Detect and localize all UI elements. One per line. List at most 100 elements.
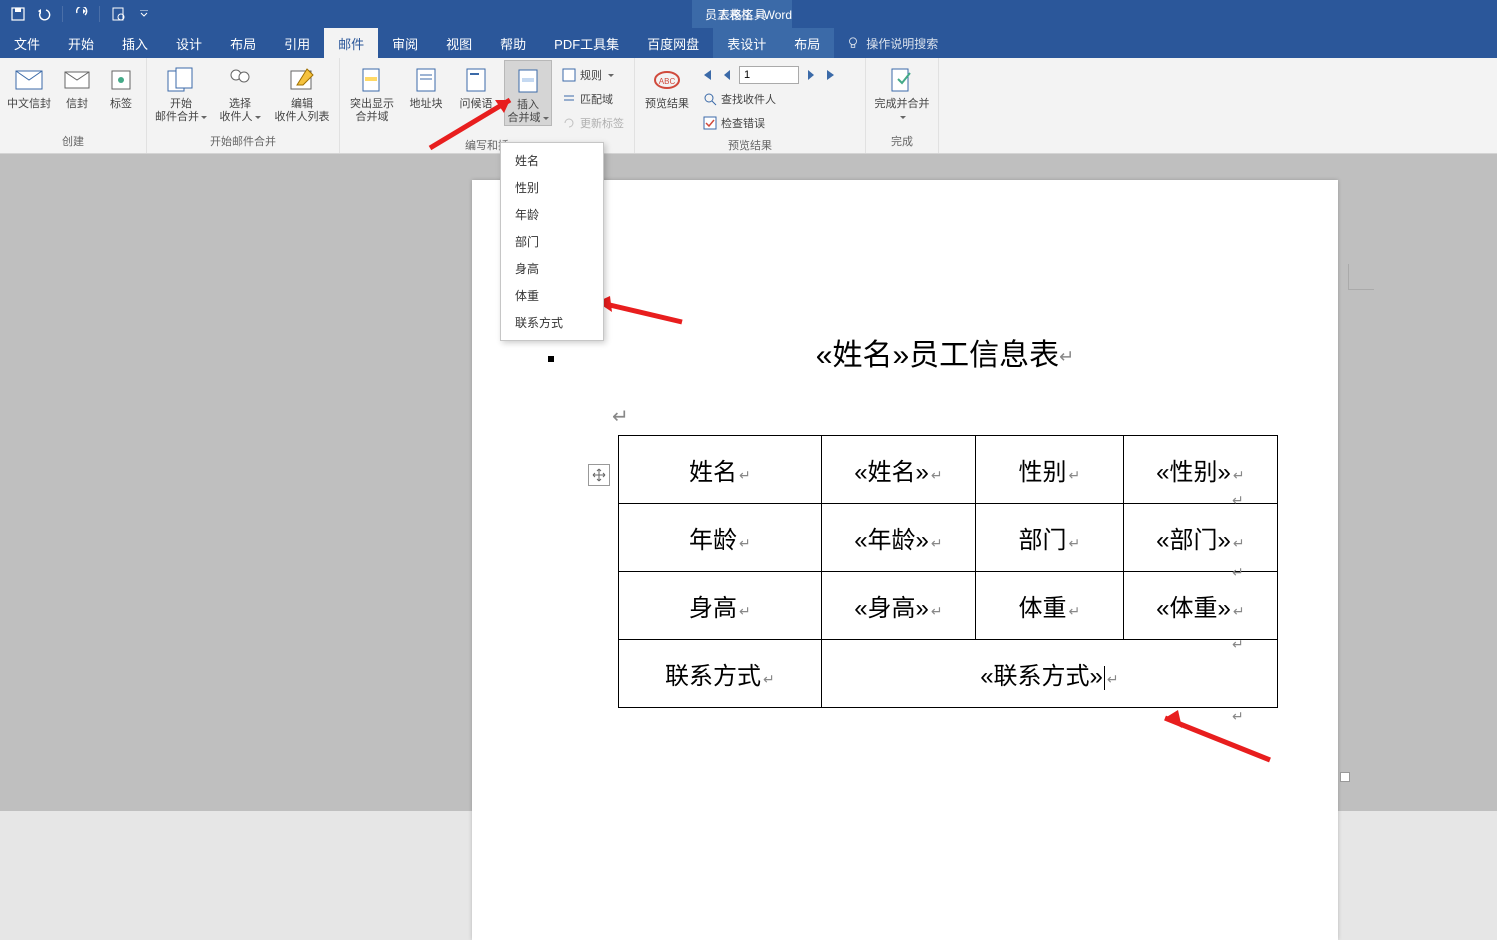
- preview-results-button[interactable]: ABC 预览结果: [641, 60, 693, 111]
- highlight-icon: [360, 67, 384, 93]
- move-icon: [592, 468, 606, 482]
- table-row[interactable]: 姓名↵ «姓名»↵ 性别↵ «性别»↵: [619, 436, 1278, 504]
- check-icon: [703, 116, 717, 130]
- row-end-mark: ↵: [1232, 492, 1244, 509]
- employee-info-table[interactable]: 姓名↵ «姓名»↵ 性别↵ «性别»↵ 年龄↵ «年龄»↵ 部门↵ «部门»↵ …: [618, 435, 1278, 708]
- tab-design[interactable]: 设计: [162, 28, 216, 58]
- rules-button[interactable]: 规则: [558, 64, 628, 86]
- tab-references[interactable]: 引用: [270, 28, 324, 58]
- tab-home[interactable]: 开始: [54, 28, 108, 58]
- table-row[interactable]: 联系方式↵ «联系方式»↵: [619, 640, 1278, 708]
- ribbon: 中文信封 信封 标签 创建 开始邮件合并 选择收件人: [0, 58, 1497, 154]
- check-errors-button[interactable]: 检查错误: [699, 112, 859, 134]
- tab-help[interactable]: 帮助: [486, 28, 540, 58]
- field-option-gender[interactable]: 性别: [501, 174, 603, 201]
- prev-record-button[interactable]: [719, 67, 735, 83]
- tell-me-label: 操作说明搜索: [866, 35, 938, 52]
- last-record-button[interactable]: [823, 67, 839, 83]
- document-area: «姓名»员工信息表↵ ↵ 姓名↵ «姓名»↵ 性别↵ «性别»↵ 年龄↵ «年龄…: [0, 154, 1497, 811]
- tab-file[interactable]: 文件: [0, 28, 54, 58]
- greeting-line-button[interactable]: 问候语: [454, 60, 498, 111]
- table-row[interactable]: 身高↵ «身高»↵ 体重↵ «体重»↵: [619, 572, 1278, 640]
- tell-me-search[interactable]: 操作说明搜索: [846, 28, 938, 58]
- update-labels-button: 更新标签: [558, 112, 628, 134]
- envelope-button[interactable]: 信封: [58, 60, 96, 111]
- tab-table-design[interactable]: 表设计: [713, 28, 780, 58]
- preview-icon: ABC: [652, 69, 682, 91]
- rules-icon: [562, 68, 576, 82]
- first-record-button[interactable]: [699, 67, 715, 83]
- refresh-icon: [562, 116, 576, 130]
- row-end-mark: ↵: [1232, 708, 1244, 725]
- greeting-icon: [465, 67, 487, 93]
- field-option-contact[interactable]: 联系方式: [501, 309, 603, 336]
- edit-recipients-button[interactable]: 编辑收件人列表: [271, 60, 333, 124]
- document-heading[interactable]: «姓名»员工信息表↵: [612, 330, 1278, 374]
- table-move-handle[interactable]: [588, 464, 610, 486]
- finish-merge-button[interactable]: 完成并合并: [872, 60, 932, 124]
- field-option-age[interactable]: 年龄: [501, 201, 603, 228]
- group-preview-results: ABC 预览结果 查找收件人 检查错误 预览结果: [635, 58, 866, 153]
- envelope-icon: [64, 71, 90, 89]
- finish-icon: [888, 67, 916, 93]
- label-icon: [110, 69, 132, 91]
- tab-layout[interactable]: 布局: [216, 28, 270, 58]
- recipients-icon: [227, 67, 253, 93]
- next-icon: [806, 69, 816, 81]
- quick-access-toolbar: [0, 2, 156, 26]
- labels-button[interactable]: 标签: [102, 60, 140, 111]
- field-option-department[interactable]: 部门: [501, 228, 603, 255]
- save-button[interactable]: [6, 2, 30, 26]
- tab-table-layout[interactable]: 布局: [780, 28, 834, 58]
- last-icon: [825, 69, 837, 81]
- edit-list-icon: [289, 67, 315, 93]
- anchor-dot: [548, 356, 554, 362]
- first-icon: [701, 69, 713, 81]
- field-option-height[interactable]: 身高: [501, 255, 603, 282]
- prev-icon: [722, 69, 732, 81]
- row-end-mark: ↵: [1232, 564, 1244, 581]
- merge-icon: [166, 67, 196, 93]
- undo-button[interactable]: [32, 2, 56, 26]
- table-resize-handle[interactable]: [1340, 772, 1350, 782]
- tab-mailings[interactable]: 邮件: [324, 28, 378, 58]
- envelope-icon: [15, 70, 43, 90]
- qat-customize-button[interactable]: [132, 2, 156, 26]
- svg-text:ABC: ABC: [659, 77, 676, 86]
- print-preview-button[interactable]: [106, 2, 130, 26]
- redo-button[interactable]: [69, 2, 93, 26]
- row-end-mark: ↵: [1232, 636, 1244, 653]
- redo-icon: [74, 7, 88, 21]
- insert-merge-field-button[interactable]: 插入合并域: [504, 60, 552, 126]
- group-start-mail-merge: 开始邮件合并 选择收件人 编辑收件人列表 开始邮件合并: [147, 58, 340, 153]
- tab-pdf[interactable]: PDF工具集: [540, 28, 633, 58]
- tab-baidu[interactable]: 百度网盘: [633, 28, 713, 58]
- tab-view[interactable]: 视图: [432, 28, 486, 58]
- search-icon: [703, 92, 717, 106]
- paragraph-mark: ↵: [612, 404, 1278, 429]
- start-mail-merge-button[interactable]: 开始邮件合并: [153, 60, 209, 124]
- chevron-down-icon: [140, 10, 148, 18]
- next-record-button[interactable]: [803, 67, 819, 83]
- group-create: 中文信封 信封 标签 创建: [0, 58, 147, 153]
- record-number-input[interactable]: [739, 66, 799, 84]
- insert-merge-field-dropdown: 姓名 性别 年龄 部门 身高 体重 联系方式: [500, 142, 604, 341]
- chinese-envelope-button[interactable]: 中文信封: [6, 60, 52, 111]
- tab-review[interactable]: 审阅: [378, 28, 432, 58]
- save-icon: [11, 7, 25, 21]
- undo-icon: [36, 7, 52, 21]
- record-nav: [699, 64, 859, 86]
- insert-field-icon: [517, 68, 539, 94]
- match-fields-button[interactable]: 匹配域: [558, 88, 628, 110]
- lightbulb-icon: [846, 36, 860, 50]
- field-option-weight[interactable]: 体重: [501, 282, 603, 309]
- find-recipient-button[interactable]: 查找收件人: [699, 88, 859, 110]
- field-option-name[interactable]: 姓名: [501, 147, 603, 174]
- table-row[interactable]: 年龄↵ «年龄»↵ 部门↵ «部门»↵: [619, 504, 1278, 572]
- select-recipients-button[interactable]: 选择收件人: [215, 60, 265, 124]
- address-block-button[interactable]: 地址块: [404, 60, 448, 111]
- tab-insert[interactable]: 插入: [108, 28, 162, 58]
- document-icon: [111, 7, 125, 21]
- highlight-merge-fields-button[interactable]: 突出显示合并域: [346, 60, 398, 124]
- address-icon: [415, 67, 437, 93]
